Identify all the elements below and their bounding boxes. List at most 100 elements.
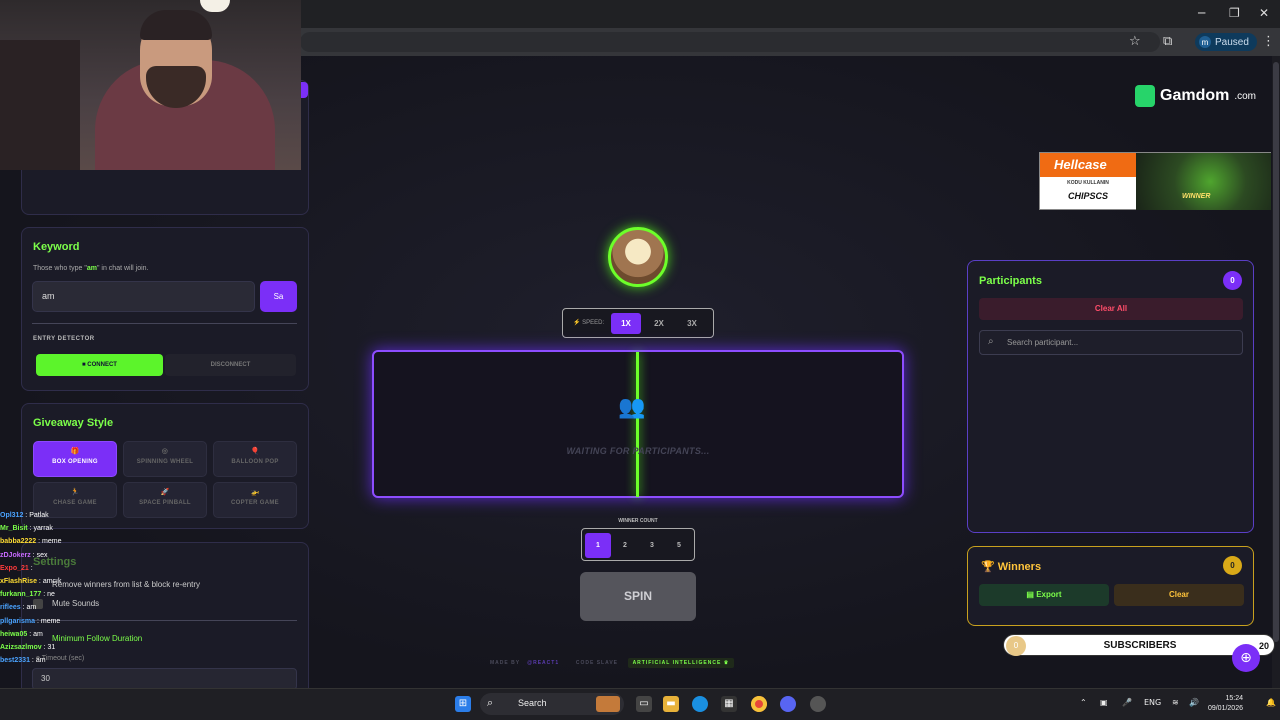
chat-text: amcık	[42, 577, 62, 585]
clock-time: 15:24	[1225, 695, 1243, 702]
runner-icon: 🏃	[70, 489, 80, 496]
streamer-avatar	[608, 227, 668, 287]
gamdom-name: Gamdom	[1160, 87, 1230, 104]
volume-icon[interactable]: 🔊	[1189, 698, 1199, 707]
chat-message: best2331 : am	[0, 654, 196, 667]
profile-avatar: m	[1199, 36, 1211, 48]
keyword-input[interactable]: am	[32, 281, 255, 312]
bookmark-star-icon[interactable]: ☆	[1129, 34, 1141, 49]
rocket-icon: 🚀	[160, 489, 170, 496]
store-icon[interactable]: ▦	[721, 696, 737, 712]
style-label: BALLOON POP	[231, 459, 279, 465]
edge-icon[interactable]	[692, 696, 708, 712]
wifi-icon[interactable]: ≋	[1172, 698, 1179, 707]
style-copter-game[interactable]: 🚁 COPTER GAME	[213, 482, 297, 518]
chat-text: 31	[47, 643, 56, 651]
extensions-icon[interactable]: ⧉	[1163, 34, 1172, 49]
keyword-description-post: " in chat will join.	[96, 265, 149, 272]
tray-app-icon[interactable]: ▣	[1100, 698, 1108, 707]
discord-icon[interactable]	[780, 696, 796, 712]
task-view-icon[interactable]: ▭	[636, 696, 652, 712]
footer-code-slave: CODE SLAVE	[575, 660, 618, 666]
hellcase-logo: Hellcase	[1040, 153, 1136, 177]
chat-username: Opl312	[0, 512, 24, 519]
clock-date: 09/01/2026	[1207, 705, 1243, 712]
winner-count-2[interactable]: 2	[612, 533, 638, 558]
footer-ai-badge: ARTIFICIAL INTELLIGENCE ♛	[627, 658, 735, 668]
gamdom-tld: .com	[1234, 90, 1257, 102]
microphone-icon[interactable]: 🎤	[1122, 698, 1132, 707]
save-keyword-button[interactable]: Sa	[260, 281, 297, 312]
gamdom-logo: Gamdom .com	[1135, 85, 1256, 107]
winners-count-badge: 0	[1223, 556, 1242, 575]
spin-button[interactable]: SPIN	[580, 572, 696, 621]
speed-1x-button[interactable]: 1X	[611, 313, 641, 334]
clear-all-button[interactable]: Clear All	[979, 298, 1243, 320]
address-bar[interactable]	[300, 32, 1160, 52]
profile-button[interactable]: m Paused	[1195, 33, 1257, 51]
participants-title: Participants	[979, 275, 1042, 287]
chat-text: am	[33, 630, 43, 638]
taskbar-search-icon: ⌕	[487, 696, 494, 709]
chat-text: sex	[36, 551, 48, 559]
trophy-icon: 🏆	[981, 561, 995, 573]
footer-author[interactable]: @REACT1	[527, 660, 559, 666]
chat-username: best2331	[0, 657, 30, 665]
footer-made-by: MADE BY	[490, 660, 521, 666]
chat-username: Azizsazlmov	[0, 643, 42, 651]
file-explorer-icon[interactable]: ▬	[663, 696, 679, 712]
tray-overflow-icon[interactable]: ⌃	[1080, 698, 1087, 707]
chat-username: pllgarisma	[0, 617, 36, 625]
style-balloon-pop[interactable]: 🎈 BALLOON POP	[213, 441, 297, 477]
minimize-icon[interactable]: ─	[1198, 6, 1205, 20]
search-highlight-icon[interactable]	[596, 696, 620, 712]
participants-count-badge: 0	[1223, 271, 1242, 290]
speed-3x-button[interactable]: 3X	[677, 313, 707, 334]
maximize-icon[interactable]: ❐	[1229, 6, 1240, 20]
hellcase-winner-image: WINNER	[1136, 153, 1271, 210]
clear-winners-button[interactable]: Clear	[1114, 584, 1244, 606]
chat-text: Patlak	[29, 512, 49, 519]
winner-count-3[interactable]: 3	[639, 533, 665, 558]
winner-count-selector: 1 2 3 5	[581, 528, 695, 561]
keyword-title: Keyword	[33, 241, 80, 253]
chat-message: Opl312 : Patlak	[0, 509, 196, 522]
floating-action-button[interactable]: ⊕	[1232, 644, 1260, 672]
gift-icon: 🎁	[70, 448, 80, 455]
browser-menu-icon[interactable]: ⋮	[1262, 34, 1275, 49]
style-box-opening[interactable]: 🎁 BOX OPENING	[33, 441, 117, 477]
close-icon[interactable]: ✕	[1259, 6, 1269, 20]
notification-icon[interactable]: 🔔	[1266, 698, 1276, 707]
speed-2x-button[interactable]: 2X	[644, 313, 674, 334]
style-spinning-wheel[interactable]: ◎ SPINNING WHEEL	[123, 441, 207, 477]
keyword-description-pre: Those who type "	[33, 265, 87, 272]
style-label: CHASE GAME	[53, 500, 97, 506]
disconnect-button[interactable]: DISCONNECT	[165, 354, 296, 376]
webcam-streamer-hair	[140, 10, 212, 40]
taskbar-clock[interactable]: 15:24 09/01/2026	[1207, 694, 1243, 714]
windows-start-icon[interactable]: ⊞	[455, 696, 471, 712]
keyword-description-kw: am	[86, 265, 97, 272]
chat-username: Mr_Bisit	[0, 525, 28, 533]
wheel-icon: ◎	[161, 448, 169, 455]
winner-count-5[interactable]: 5	[666, 533, 692, 558]
chat-message: furkann_177 : ne	[0, 588, 196, 601]
winner-count-1[interactable]: 1	[585, 533, 611, 558]
app-icon[interactable]	[810, 696, 826, 712]
speed-label: ⚡ SPEED:	[573, 319, 604, 326]
timeout-input[interactable]: 30	[32, 668, 297, 690]
balloon-icon: 🎈	[250, 448, 260, 455]
connect-button[interactable]: ■ CONNECT	[36, 354, 163, 376]
chat-message: babba2222 : meme	[0, 535, 196, 548]
chat-text: yarrak	[33, 525, 53, 533]
export-winners-button[interactable]: ▤ Export	[979, 584, 1109, 606]
chat-username: heiwa05	[0, 630, 28, 638]
chat-username: riflees	[0, 604, 21, 612]
hellcase-code-label: KODU KULLANIN	[1067, 180, 1109, 186]
language-indicator[interactable]: ENG	[1144, 698, 1161, 707]
participant-search-input[interactable]: ⌕ Search participant...	[979, 330, 1243, 355]
chat-message: pllgarisma : meme	[0, 615, 196, 628]
style-label: SPINNING WHEEL	[136, 459, 194, 465]
scrollbar-thumb[interactable]	[1273, 62, 1279, 642]
chrome-icon[interactable]	[751, 696, 767, 712]
